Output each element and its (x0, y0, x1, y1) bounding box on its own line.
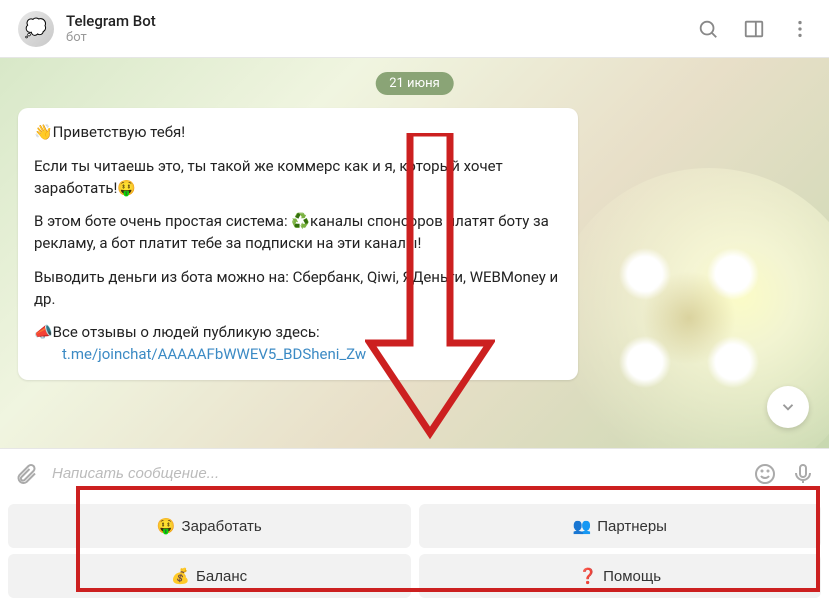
attach-icon[interactable] (14, 462, 38, 486)
partners-button[interactable]: 👥 Партнеры (419, 504, 822, 548)
kb-label: Помощь (603, 568, 661, 585)
money-face-icon: 🤑 (157, 517, 176, 535)
balance-button[interactable]: 💰 Баланс (8, 554, 411, 598)
moneybag-icon: 💰 (171, 567, 190, 585)
msg-p5: 📣Все отзывы о людей публикую здесь: t.me… (34, 322, 562, 366)
help-button[interactable]: ❓ Помощь (419, 554, 822, 598)
msg-p4: Выводить деньги из бота можно на: Сберба… (34, 267, 562, 311)
message-input[interactable] (52, 465, 739, 482)
keyboard-row-1: 🤑 Заработать 👥 Партнеры (8, 504, 821, 548)
msg-greeting: 👋Приветствую тебя! (34, 122, 562, 144)
more-menu-icon[interactable] (789, 18, 811, 40)
bot-message[interactable]: 👋Приветствую тебя! Если ты читаешь это, … (18, 108, 578, 380)
earn-button[interactable]: 🤑 Заработать (8, 504, 411, 548)
msg-p2: Если ты читаешь это, ты такой же коммерс… (34, 156, 562, 200)
people-icon: 👥 (573, 517, 592, 535)
bot-avatar[interactable]: 💭 (18, 11, 54, 47)
chat-background: 21 июня 👋Приветствую тебя! Если ты читае… (0, 58, 829, 448)
msg-p3: В этом боте очень простая система: ♻️кан… (34, 211, 562, 255)
header-actions (697, 18, 811, 40)
kb-label: Партнеры (597, 518, 667, 535)
reviews-link[interactable]: t.me/joinchat/AAAAAFbWWEV5_BDSheni_Zw (62, 345, 366, 363)
avatar-emoji: 💭 (25, 18, 47, 39)
keyboard-row-2: 💰 Баланс ❓ Помощь (8, 554, 821, 598)
reply-keyboard: 🤑 Заработать 👥 Партнеры 💰 Баланс ❓ Помощ… (0, 498, 829, 608)
scroll-down-button[interactable] (767, 386, 809, 428)
chevron-down-icon (779, 398, 797, 416)
kb-label: Заработать (182, 518, 262, 535)
header-titles[interactable]: Telegram Bot бот (66, 12, 697, 45)
question-icon: ❓ (578, 567, 597, 585)
chat-title: Telegram Bot (66, 12, 697, 30)
voice-icon[interactable] (791, 462, 815, 486)
kb-label: Баланс (196, 568, 247, 585)
chat-subtitle: бот (66, 30, 697, 45)
date-badge: 21 июня (375, 72, 454, 95)
emoji-icon[interactable] (753, 462, 777, 486)
chat-header: 💭 Telegram Bot бот (0, 0, 829, 58)
message-input-bar (0, 448, 829, 498)
search-icon[interactable] (697, 18, 719, 40)
sidebar-toggle-icon[interactable] (743, 18, 765, 40)
